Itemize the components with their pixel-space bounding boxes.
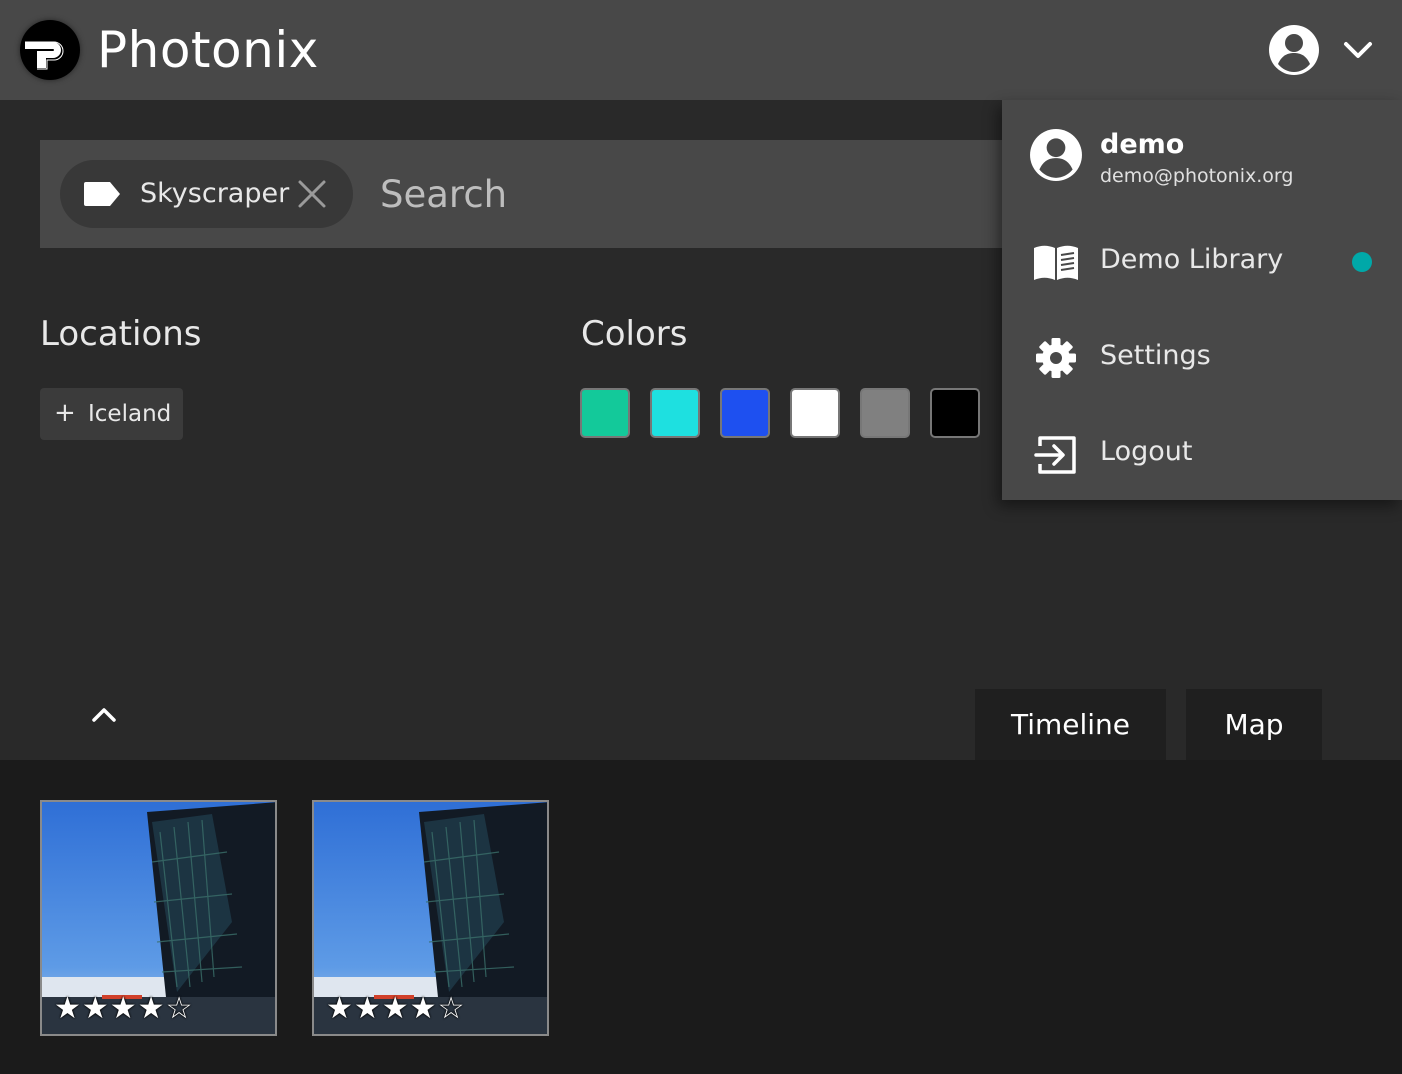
- rating-stars[interactable]: ★★★★☆: [54, 992, 193, 1026]
- chevron-up-icon[interactable]: [88, 702, 120, 726]
- chevron-down-icon[interactable]: [1340, 36, 1376, 64]
- user-avatar-icon[interactable]: [1268, 24, 1320, 76]
- menu-email: demo@photonix.org: [1100, 165, 1294, 187]
- location-label: Iceland: [88, 401, 172, 427]
- colors-heading: Colors: [581, 314, 688, 354]
- menu-item-settings[interactable]: Settings: [1002, 310, 1402, 406]
- color-swatch[interactable]: [790, 388, 840, 438]
- search-input[interactable]: [380, 162, 980, 226]
- menu-item-library[interactable]: Demo Library: [1002, 214, 1402, 310]
- photonix-logo-icon[interactable]: [20, 20, 80, 80]
- gear-icon: [1032, 334, 1080, 382]
- menu-item-label: Settings: [1100, 340, 1211, 371]
- location-button-iceland[interactable]: + Iceland: [40, 388, 183, 440]
- color-swatch[interactable]: [650, 388, 700, 438]
- logout-icon: [1032, 430, 1080, 478]
- app-header: Photonix: [0, 0, 1402, 100]
- active-library-indicator: [1352, 252, 1372, 272]
- tab-timeline[interactable]: Timeline: [975, 689, 1166, 760]
- photo-thumbnail[interactable]: ★★★★☆: [40, 800, 277, 1036]
- locations-heading: Locations: [40, 314, 202, 354]
- color-swatch[interactable]: [720, 388, 770, 438]
- rating-stars[interactable]: ★★★★☆: [326, 992, 465, 1026]
- photo-thumbnail[interactable]: ★★★★☆: [312, 800, 549, 1036]
- chip-label: Skyscraper: [140, 178, 290, 209]
- color-swatch[interactable]: [860, 388, 910, 438]
- close-icon[interactable]: [296, 178, 328, 210]
- tag-filter-chip[interactable]: Skyscraper: [60, 160, 353, 228]
- book-icon: [1032, 238, 1080, 286]
- menu-username: demo: [1100, 129, 1185, 160]
- color-swatch[interactable]: [930, 388, 980, 438]
- tag-icon: [82, 179, 122, 213]
- menu-item-label: Demo Library: [1100, 244, 1284, 275]
- user-dropdown-menu: demo demo@photonix.org Demo Library Sett…: [1002, 100, 1402, 500]
- tab-map[interactable]: Map: [1186, 689, 1322, 760]
- menu-item-label: Logout: [1100, 436, 1193, 467]
- menu-item-logout[interactable]: Logout: [1002, 406, 1402, 502]
- plus-icon: +: [54, 398, 76, 428]
- color-swatch[interactable]: [580, 388, 630, 438]
- user-avatar-icon: [1029, 128, 1083, 186]
- app-title[interactable]: Photonix: [97, 20, 319, 80]
